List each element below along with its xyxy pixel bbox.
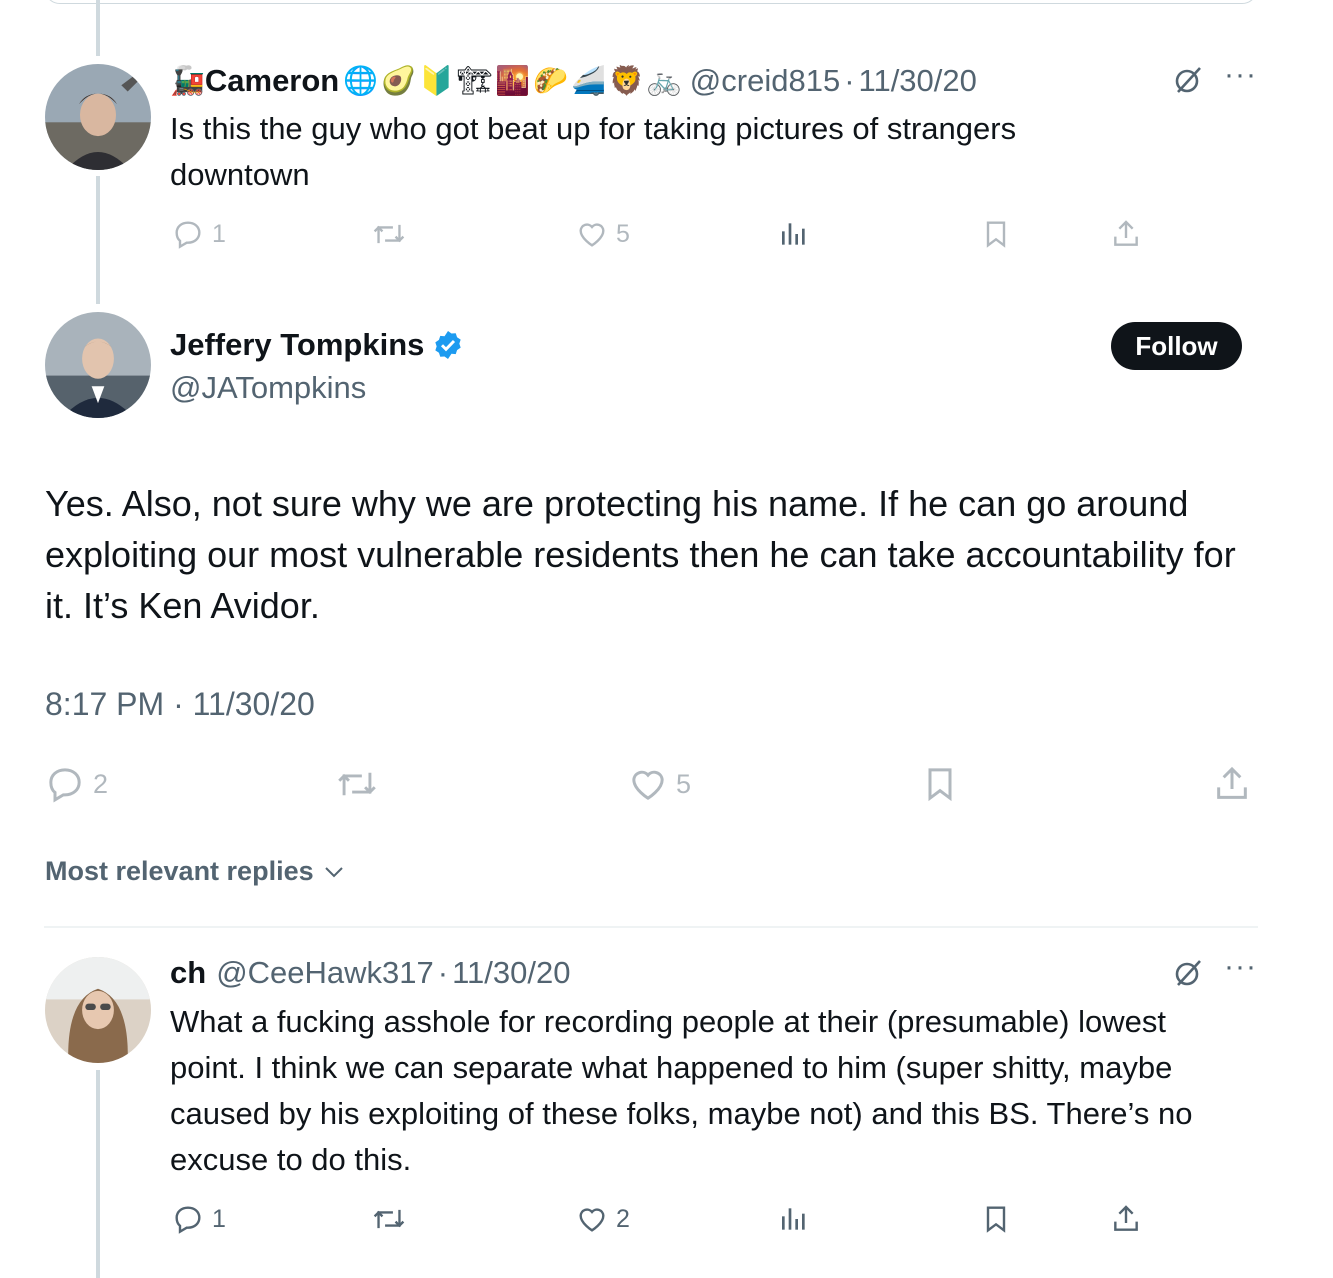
retweet-icon [338,772,376,796]
avatar-jeffery[interactable] [45,312,151,418]
like-count: 5 [676,768,692,799]
reply-sort-dropdown[interactable]: Most relevant replies [45,856,346,887]
retweet-icon [373,1209,405,1229]
author-emoji: 🌐 [343,64,379,97]
author-name[interactable]: Jeffery Tompkins [170,327,424,363]
views-button[interactable] [778,1203,810,1235]
author-emoji: 🌇 [495,64,531,97]
views-icon [782,223,805,245]
author-emoji: 🌮 [533,64,569,97]
author-handle[interactable]: @JATompkins [170,370,366,406]
main-tweet-text: Yes. Also, not sure why we are protectin… [45,483,1236,626]
share-icon [1114,1205,1138,1231]
avatar-cameron[interactable] [45,64,151,170]
share-button[interactable] [1212,764,1252,804]
reply-sort-label: Most relevant replies [45,856,314,886]
retweet-button[interactable] [336,764,378,804]
bookmark-icon [986,221,1006,248]
author-emoji: 🥑 [381,64,416,97]
author-emojis: 🌐 🥑 🔰 🏗 🌇 🌮 🚄 🦁 🚲 [343,67,682,95]
reply-button[interactable]: 1 [172,1203,226,1235]
reply-icon [175,1206,201,1234]
section-divider [44,926,1258,928]
author-name[interactable]: Cameron [205,63,339,99]
author-emoji: 🚲 [646,64,682,97]
reply-icon [49,768,81,803]
author-emoji: 🦁 [609,64,644,97]
verified-badge-icon [435,331,462,359]
thread-line-top [96,0,100,56]
author-emoji-0: 🚂 [170,64,205,97]
thread-line-cameron [96,176,100,304]
like-button[interactable]: 5 [576,218,630,250]
post-date[interactable]: 11/30/20 [452,955,570,991]
like-button[interactable]: 2 [576,1203,630,1235]
views-button[interactable] [778,218,810,250]
follow-button[interactable]: Follow [1111,322,1242,370]
grok-icon[interactable] [1172,957,1204,989]
heart-icon [579,223,605,247]
more-icon[interactable]: ··· [1224,950,1257,984]
retweet-icon [373,224,405,244]
author-emoji: 🏗 [456,64,493,97]
author-emoji: 🔰 [419,64,454,97]
quoted-card-edge [44,0,1258,4]
author-emoji: 🚄 [571,64,607,97]
separator-dot: · [437,955,449,990]
share-button[interactable] [1110,1203,1142,1235]
tweet-text: What a fucking asshole for recording peo… [170,1004,1193,1177]
post-date[interactable]: 11/30/20 [859,63,977,99]
bookmark-icon [928,768,952,802]
author-handle[interactable]: @CeeHawk317 [216,955,434,991]
bookmark-icon [986,1206,1006,1233]
jeffery-handle-row: @JATompkins [170,366,366,410]
retweet-button[interactable] [372,218,406,250]
reply-count: 2 [93,768,109,799]
like-count: 2 [616,1204,630,1233]
like-count: 5 [616,219,630,248]
share-button[interactable] [1110,218,1142,250]
views-icon [782,1208,805,1230]
ch-header: ch @CeeHawk317 · 11/30/20 [170,950,570,996]
cameron-header: 🚂 Cameron 🌐 🥑 🔰 🏗 🌇 🌮 🚄 🦁 🚲 @creid815 · … [170,58,977,104]
share-icon [1217,766,1247,799]
bookmark-button[interactable] [920,764,960,804]
thread-line-reply [96,1070,100,1278]
grok-icon[interactable] [1172,64,1204,96]
like-button[interactable]: 5 [628,764,691,804]
separator-dot: · [844,63,855,98]
author-handle[interactable]: @creid815 [690,63,840,99]
reply-count: 1 [212,1204,226,1233]
reply-button[interactable]: 1 [172,218,226,250]
reply-count: 1 [212,219,226,248]
reply-button[interactable]: 2 [45,764,108,804]
heart-icon [632,770,664,800]
avatar-ch[interactable] [45,957,151,1063]
tweet-text: Is this the guy who got beat up for taki… [170,111,1017,192]
tweet-timestamp[interactable]: 8:17 PM · 11/30/20 [45,686,315,723]
bookmark-button[interactable] [980,218,1012,250]
jeffery-header: Jeffery Tompkins [170,322,464,368]
heart-icon [579,1208,605,1232]
share-icon [1114,220,1138,246]
chevron-down-icon [324,866,343,877]
author-name[interactable]: ch [170,955,206,991]
more-icon[interactable]: ··· [1224,58,1257,92]
reply-icon [175,221,201,249]
retweet-button[interactable] [372,1203,406,1235]
bookmark-button[interactable] [980,1203,1012,1235]
